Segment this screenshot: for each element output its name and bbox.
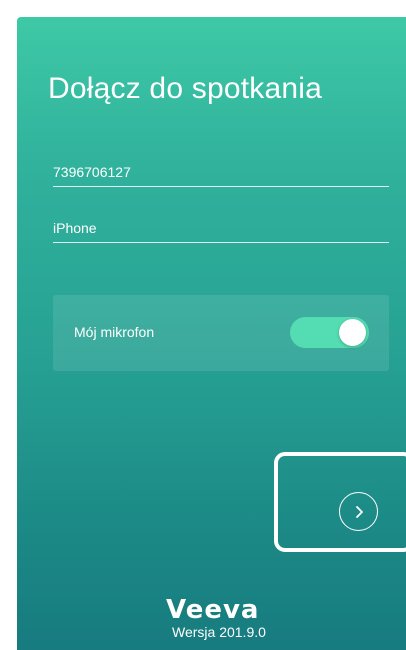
name-field[interactable]: iPhone [53, 214, 389, 243]
microphone-toggle[interactable] [290, 317, 369, 348]
name-value: iPhone [53, 220, 97, 236]
chevron-right-icon [355, 505, 363, 518]
next-button[interactable] [339, 492, 378, 531]
meeting-id-value: 7396706127 [53, 164, 131, 180]
veeva-logo: Veeva [164, 595, 284, 625]
logo-text: Veeva [166, 596, 259, 622]
microphone-panel: Mój mikrofon [53, 295, 389, 371]
toggle-knob [339, 319, 366, 346]
meeting-id-field[interactable]: 7396706127 [53, 158, 389, 187]
page-title: Dołącz do spotkania [48, 72, 322, 105]
version-label: Wersja 201.9.0 [172, 624, 266, 640]
microphone-label: Mój mikrofon [74, 324, 155, 340]
page: Dołącz do spotkania 7396706127 iPhone Mó… [0, 0, 406, 650]
